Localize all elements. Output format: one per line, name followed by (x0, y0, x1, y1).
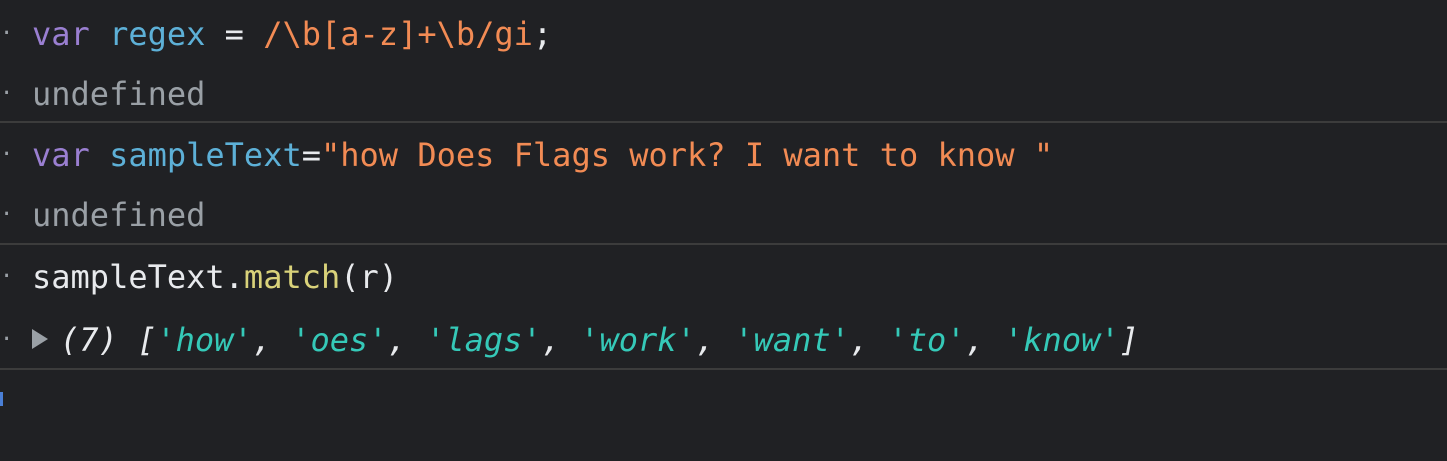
array-close-bracket: ] (1119, 321, 1139, 359)
array-open-bracket: [ (137, 321, 157, 359)
console-result-line: · (7) ['how', 'oes', 'lags', 'work', 'wa… (0, 310, 1447, 370)
array-separator: , (541, 321, 581, 359)
array-items: 'how', 'oes', 'lags', 'work', 'want', 't… (156, 321, 1119, 359)
console-input-line[interactable]: · var regex = /\b[a-z]+\b/gi; (0, 4, 1447, 64)
array-item: 'work' (580, 321, 696, 359)
console-prompt-caret[interactable] (0, 392, 3, 406)
array-count[interactable]: (7) (60, 321, 118, 359)
string-literal: "how Does Flags work? I want to know " (320, 136, 1054, 174)
operator: = (301, 136, 321, 174)
entry-divider (0, 243, 1447, 245)
array-item: 'how' (156, 321, 253, 359)
output-value: undefined (32, 75, 206, 113)
variable-name: regex (109, 15, 206, 53)
array-item: 'lags' (426, 321, 542, 359)
output-marker-icon: · (0, 327, 14, 352)
array-separator: , (387, 321, 427, 359)
output-marker-icon: · (0, 202, 14, 227)
console-input-line[interactable]: · sampleText.match(r) (0, 247, 1447, 307)
array-separator: , (252, 321, 292, 359)
array-separator: , (695, 321, 735, 359)
code-text: var sampleText="how Does Flags work? I w… (32, 125, 1053, 185)
code-text: sampleText.match(r) (32, 247, 398, 307)
call-args: (r) (340, 258, 399, 296)
object-name: sampleText (32, 258, 225, 296)
input-marker-icon: · (0, 264, 14, 289)
entry-divider (0, 368, 1447, 370)
keyword: var (32, 15, 90, 53)
console-output-line: · undefined (0, 185, 1447, 245)
array-separator: , (849, 321, 889, 359)
keyword: var (32, 136, 90, 174)
array-item: 'want' (734, 321, 850, 359)
console-input-line[interactable]: · var sampleText="how Does Flags work? I… (0, 125, 1447, 185)
triangle-right-icon[interactable] (32, 329, 48, 349)
array-item: 'to' (888, 321, 966, 359)
array-result: (7) ['how', 'oes', 'lags', 'work', 'want… (32, 310, 1139, 370)
semicolon: ; (532, 15, 553, 53)
array-separator: , (965, 321, 1005, 359)
code-text: var regex = /\b[a-z]+\b/gi; (32, 4, 552, 64)
entry-divider (0, 121, 1447, 123)
output-value: undefined (32, 196, 206, 234)
array-item: 'know' (1004, 321, 1120, 359)
method-name: match (243, 258, 341, 296)
devtools-console: · var regex = /\b[a-z]+\b/gi; · undefine… (0, 0, 1447, 461)
variable-name: sampleText (109, 136, 302, 174)
array-item: 'oes' (291, 321, 388, 359)
dot-operator: . (224, 258, 244, 296)
operator: = (205, 15, 264, 53)
output-marker-icon: · (0, 81, 14, 106)
regex-literal: /\b[a-z]+\b/gi (263, 15, 533, 53)
input-marker-icon: · (0, 21, 14, 46)
console-output-line: · undefined (0, 64, 1447, 124)
input-marker-icon: · (0, 142, 14, 167)
